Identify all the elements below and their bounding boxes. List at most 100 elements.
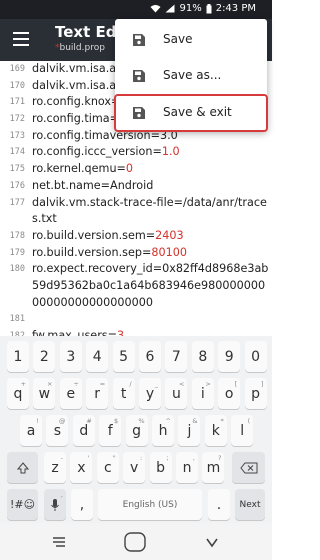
key-alt-label: & [192, 417, 198, 425]
key-1[interactable]: 1 [7, 341, 29, 372]
editor-line[interactable]: 176 net.bt.name=Android [0, 178, 272, 195]
menu-icon[interactable] [13, 32, 29, 46]
voice-input-key[interactable]: , [44, 489, 66, 520]
editor-line[interactable]: 174 ro.config.iccc_version=1.0 [0, 144, 272, 161]
back-icon[interactable] [205, 535, 219, 549]
key-o[interactable]: o[ [218, 378, 241, 409]
microphone-icon [51, 498, 59, 511]
line-number: 173 [9, 130, 25, 141]
key-label: t [120, 385, 127, 402]
key-8[interactable]: 8 [191, 341, 214, 372]
key-e[interactable]: e ÷ [59, 378, 82, 409]
key-alt-label: ] [261, 380, 264, 388]
period-key[interactable]: . [208, 489, 230, 520]
menu-item-label: Save as... [163, 68, 222, 82]
key-label: v [130, 459, 139, 476]
editor-line[interactable]: 181 [0, 311, 272, 328]
line-number: 171 [9, 97, 25, 108]
key-label: l [240, 422, 245, 439]
key-c[interactable]: c " [96, 452, 119, 483]
key-alt-label: + [20, 380, 26, 388]
key-v[interactable]: v: [123, 452, 146, 483]
key-label: o [224, 385, 234, 402]
editor-line[interactable]: 178 ro.build.version.sem=2403 [0, 228, 272, 245]
line-number: 175 [9, 164, 25, 175]
navigation-bar [0, 523, 272, 560]
key-alt-label: # [86, 417, 92, 425]
key-y[interactable]: y _ [139, 378, 161, 409]
key-q[interactable]: q + [7, 378, 29, 409]
key-x[interactable]: x ' [70, 452, 93, 483]
keyboard: 1 2 3 4 5 6 7 8 9 0 q + w × e ÷ r = t / y _ u < i > o[p] a! s @ d # f $ g%… [0, 336, 272, 523]
key-label: Next [239, 499, 261, 510]
recent-apps-icon[interactable] [52, 536, 66, 548]
menu-item-label: Save [163, 32, 193, 46]
key-alt-label: ; [166, 454, 169, 462]
line-number: 177 [9, 197, 25, 208]
space-key[interactable]: English (US) [98, 489, 202, 520]
key-i[interactable]: i > [191, 378, 214, 409]
key-label: a [26, 422, 36, 439]
key-u[interactable]: u < [165, 378, 188, 409]
key-t[interactable]: t / [112, 378, 135, 409]
key-k[interactable]: k * [204, 415, 227, 446]
shift-icon [16, 461, 29, 473]
key-7[interactable]: 7 [165, 341, 188, 372]
key-f[interactable]: f $ [99, 415, 122, 446]
key-n[interactable]: n, [176, 452, 198, 483]
editor-line[interactable]: 180 ro.expect.recovery_id=0x82ff4d8968e3a… [0, 261, 272, 311]
editor-line[interactable]: 182fw.max_users=3 [0, 328, 272, 336]
menu-item-save-exit[interactable]: Save & exit [114, 94, 268, 132]
line-number: 181 [9, 314, 25, 325]
key-alt-label: : [139, 454, 143, 462]
key-9[interactable]: 9 [218, 341, 241, 372]
editor-line[interactable]: 179 ro.build.version.sep=80100 [0, 245, 272, 262]
key-3[interactable]: 3 [59, 341, 82, 372]
key-4[interactable]: 4 [86, 341, 109, 372]
key-g[interactable]: g% [125, 415, 148, 446]
key-a[interactable]: a! [20, 415, 42, 446]
key-label: , [79, 496, 85, 513]
key-z[interactable]: z- [44, 452, 66, 483]
key-2[interactable]: 2 [33, 341, 56, 372]
key-6[interactable]: 6 [139, 341, 161, 372]
key-5[interactable]: 5 [112, 341, 135, 372]
comma-key[interactable]: , [71, 489, 93, 520]
line-number: 170 [9, 80, 25, 91]
key-label: English (US) [122, 499, 178, 510]
next-key[interactable]: Next [235, 489, 265, 520]
key-m[interactable]: m? [202, 452, 225, 483]
key-d[interactable]: d # [72, 415, 95, 446]
key-r[interactable]: r = [86, 378, 109, 409]
key-label: j [187, 422, 192, 439]
backspace-icon [239, 462, 257, 473]
shift-key[interactable] [7, 452, 38, 483]
key-p[interactable]: p] [244, 378, 267, 409]
key-j[interactable]: j & [178, 415, 201, 446]
save-as-icon [133, 70, 145, 82]
key-label: !#☺ [9, 498, 36, 511]
editor-line[interactable]: 175 ro.kernel.qemu=0 [0, 161, 272, 178]
key-label: i [200, 385, 205, 402]
symbols-key[interactable]: !#☺ [7, 489, 38, 520]
editor-line[interactable]: 177 dalvik.vm.stack-trace-file=/data/anr/… [0, 195, 272, 228]
key-l[interactable]: l( [231, 415, 254, 446]
menu-item-save-as[interactable]: Save as... [115, 58, 267, 94]
backspace-key[interactable] [232, 452, 265, 483]
key-alt-label: ' [87, 454, 90, 462]
key-h[interactable]: h ^ [152, 415, 174, 446]
key-s[interactable]: s @ [46, 415, 69, 446]
key-alt-label: ( [247, 417, 251, 425]
home-icon[interactable] [124, 532, 146, 552]
signal-icon [165, 4, 175, 13]
battery-percent: 91% [179, 3, 202, 14]
battery-icon [206, 3, 212, 13]
key-w[interactable]: w × [33, 378, 56, 409]
menu-item-label: Save & exit [163, 105, 232, 119]
status-time: 2:43 PM [215, 3, 256, 14]
menu-item-save[interactable]: Save [115, 22, 267, 58]
key-label: 1 [13, 348, 23, 365]
key-label: z [51, 459, 59, 476]
key-0[interactable]: 0 [244, 341, 267, 372]
key-b[interactable]: b; [149, 452, 172, 483]
